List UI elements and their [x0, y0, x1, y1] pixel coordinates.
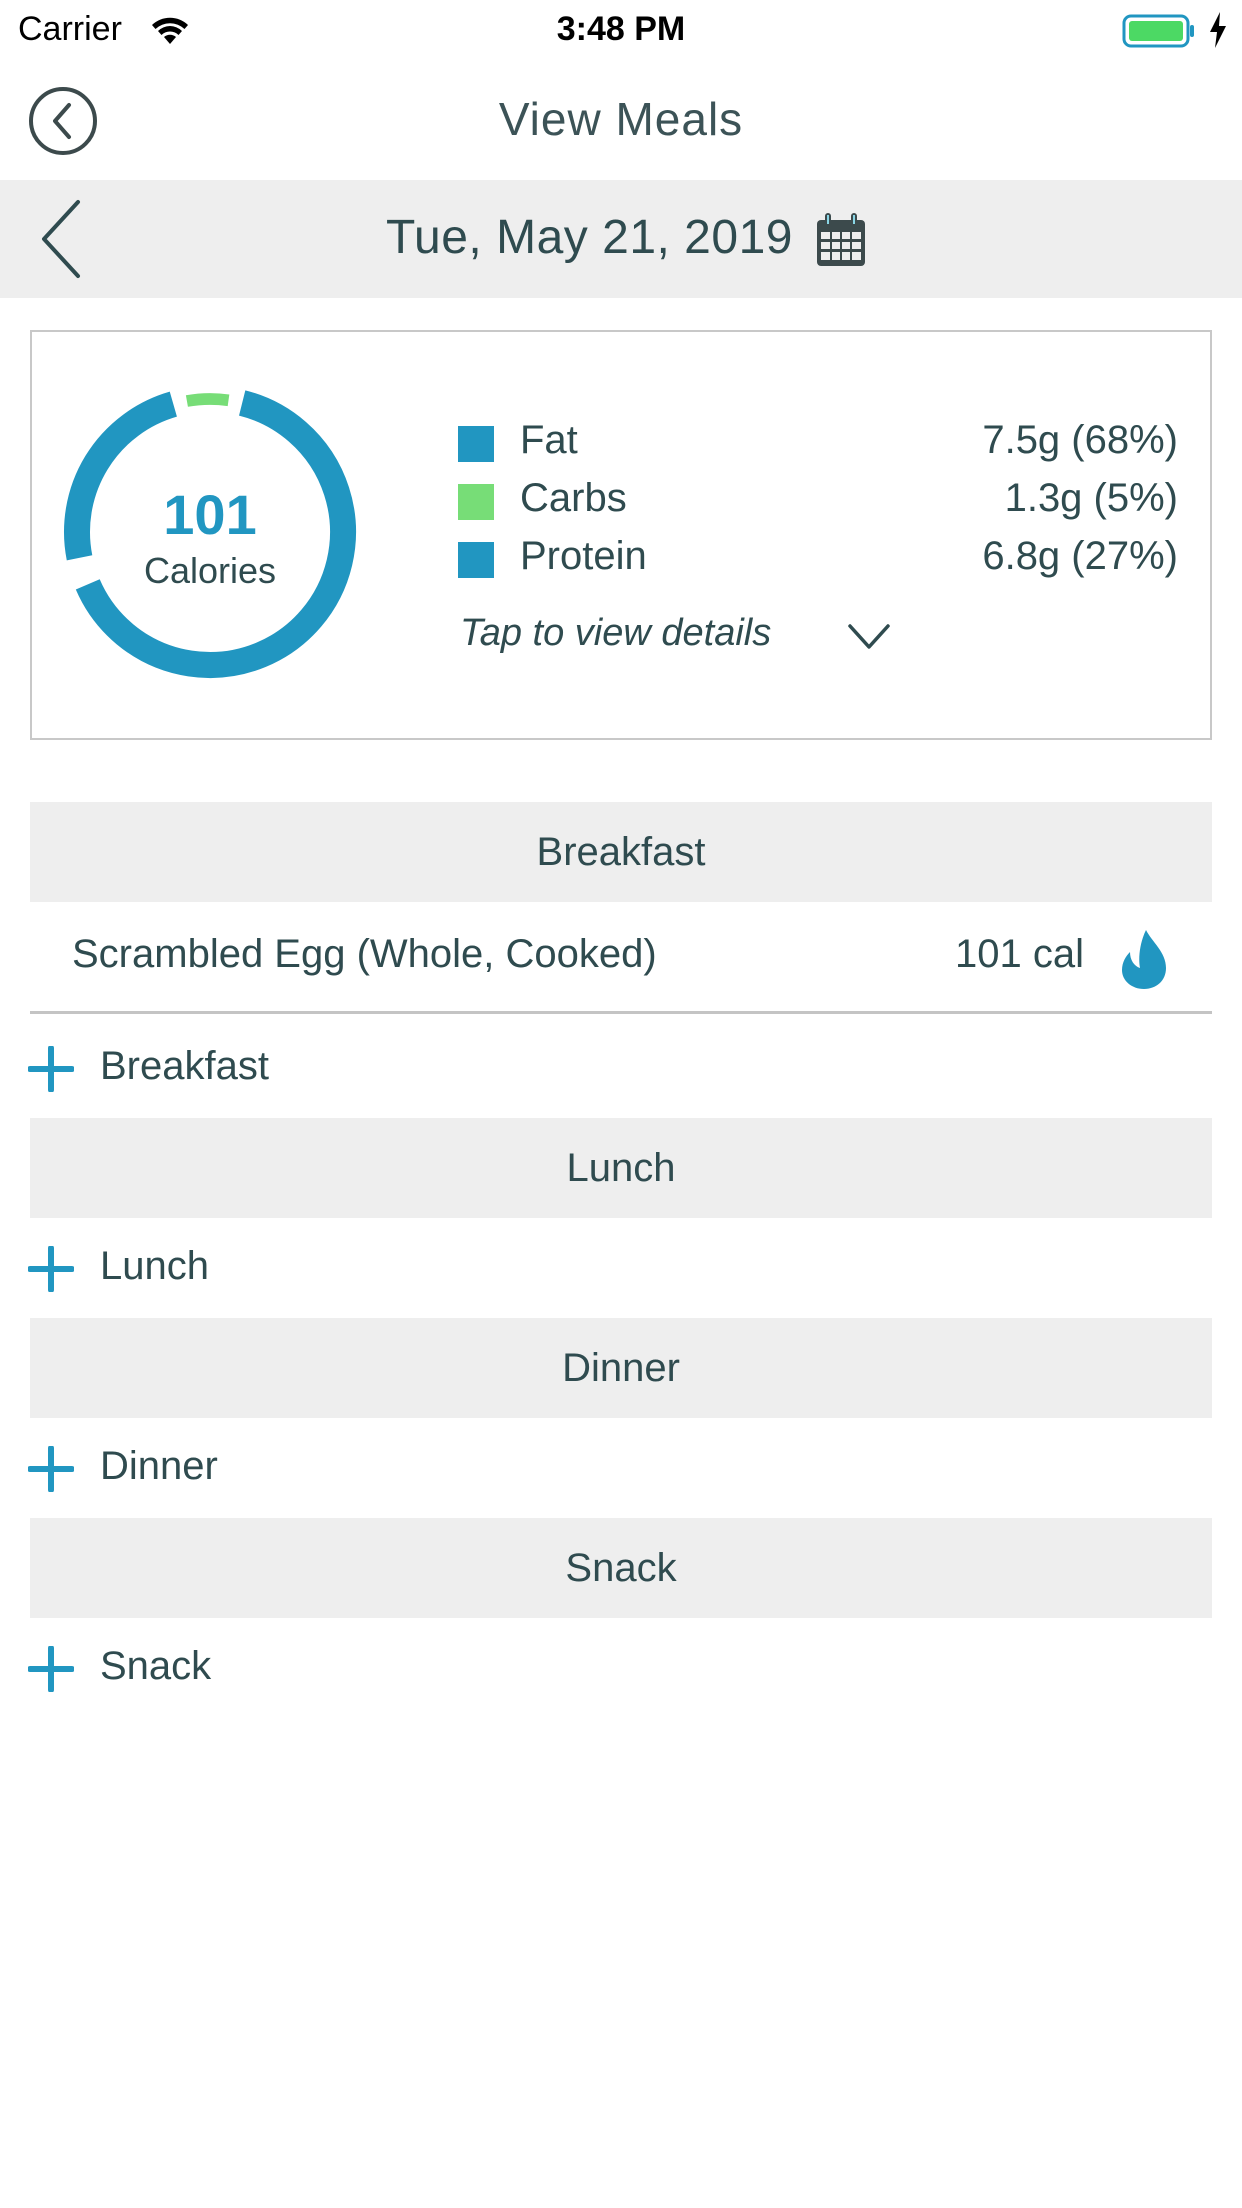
- battery-icon: [1122, 14, 1194, 48]
- calories-label: Calories: [143, 550, 277, 591]
- plus-icon: [28, 1446, 74, 1492]
- page-title: View Meals: [498, 93, 744, 145]
- donut-segment-carbs: [185, 393, 230, 407]
- selected-date[interactable]: Tue, May 21, 2019: [386, 210, 793, 265]
- meal-header-snack: Snack: [30, 1518, 1212, 1618]
- previous-day-button[interactable]: [36, 198, 86, 280]
- food-calories: 101 cal: [955, 932, 1084, 976]
- food-item-row[interactable]: Scrambled Egg (Whole, Cooked) 101 cal: [30, 902, 1212, 1014]
- fat-legend-swatch: [458, 426, 494, 462]
- macro-row-fat: Fat 7.5g (68%): [458, 418, 1178, 468]
- status-bar: Carrier 3:48 PM: [0, 0, 1242, 62]
- plus-icon: [28, 1046, 74, 1092]
- add-snack-button[interactable]: Snack: [28, 1632, 428, 1702]
- calendar-icon[interactable]: [815, 212, 867, 268]
- add-breakfast-button[interactable]: Breakfast: [28, 1032, 428, 1102]
- nav-bar: View Meals: [0, 62, 1242, 180]
- macro-value: 6.8g (27%): [982, 534, 1178, 578]
- plus-icon: [28, 1246, 74, 1292]
- nutrition-summary-card[interactable]: 101 Calories Fat 7.5g (68%) Carbs 1.3g (…: [30, 330, 1212, 740]
- add-label: Dinner: [100, 1444, 218, 1488]
- protein-legend-swatch: [458, 542, 494, 578]
- meal-header-dinner: Dinner: [30, 1318, 1212, 1418]
- carbs-legend-swatch: [458, 484, 494, 520]
- status-time: 3:48 PM: [556, 10, 686, 48]
- macro-row-carbs: Carbs 1.3g (5%): [458, 476, 1178, 526]
- macro-value: 1.3g (5%): [1004, 476, 1178, 520]
- meal-header-lunch: Lunch: [30, 1118, 1212, 1218]
- date-bar: Tue, May 21, 2019: [0, 180, 1242, 298]
- macro-name: Protein: [520, 534, 647, 578]
- flame-icon: [1122, 930, 1166, 989]
- charging-bolt-icon: [1210, 12, 1226, 48]
- food-name: Scrambled Egg (Whole, Cooked): [72, 932, 657, 976]
- calories-value: 101: [163, 483, 257, 546]
- meal-header-breakfast: Breakfast: [30, 802, 1212, 902]
- add-label: Snack: [100, 1644, 212, 1688]
- macro-name: Carbs: [520, 476, 627, 520]
- macro-row-protein: Protein 6.8g (27%): [458, 534, 1178, 584]
- add-label: Lunch: [100, 1244, 209, 1288]
- plus-icon: [28, 1646, 74, 1692]
- add-lunch-button[interactable]: Lunch: [28, 1232, 428, 1302]
- chevron-down-icon[interactable]: [847, 622, 891, 652]
- macro-name: Fat: [520, 418, 578, 462]
- add-label: Breakfast: [100, 1044, 269, 1088]
- add-dinner-button[interactable]: Dinner: [28, 1432, 428, 1502]
- macro-value: 7.5g (68%): [982, 418, 1178, 462]
- view-details-link[interactable]: Tap to view details: [460, 612, 771, 655]
